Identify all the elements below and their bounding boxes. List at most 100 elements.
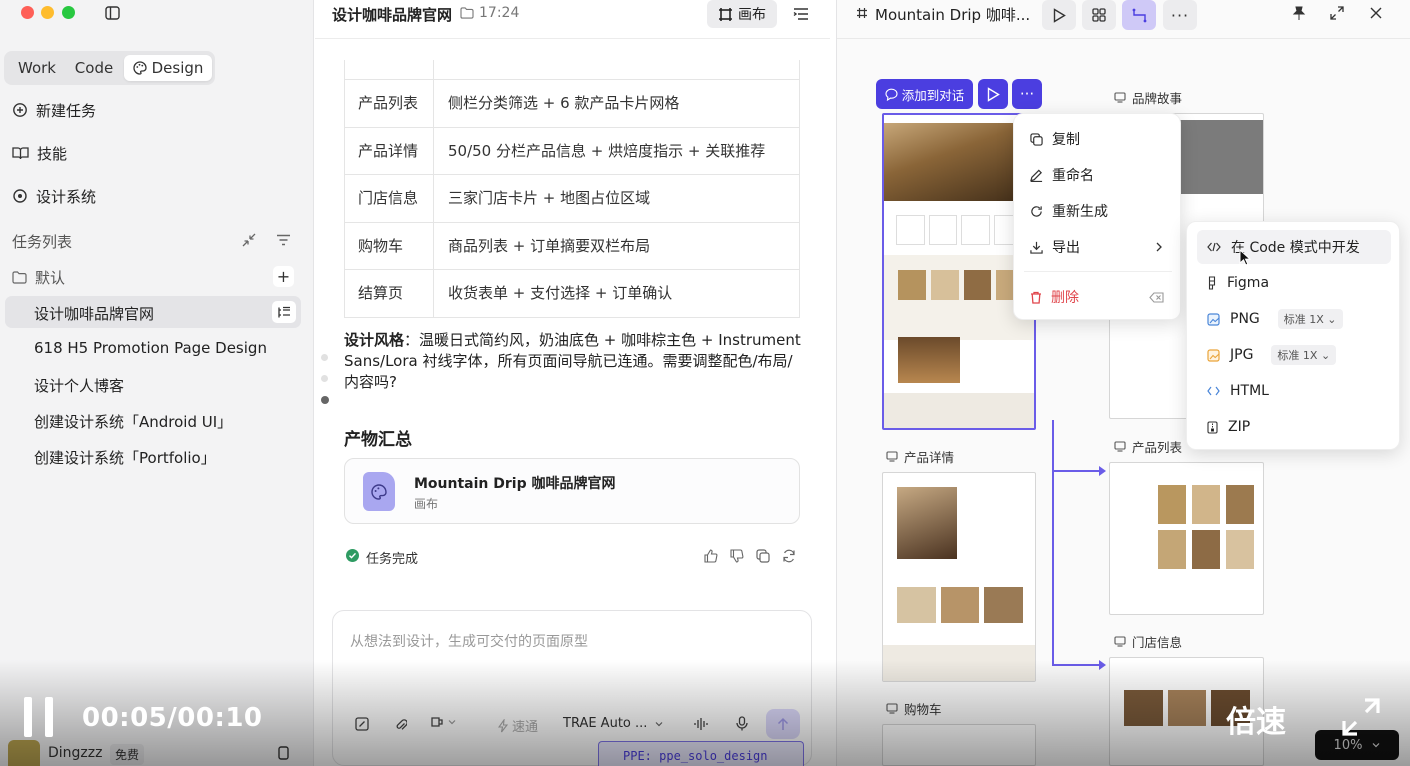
video-time: 00:05/00:10 — [82, 703, 263, 733]
send-button[interactable] — [766, 709, 800, 739]
nav-skills[interactable]: 技能 — [12, 141, 67, 165]
collapse-icon[interactable] — [241, 232, 257, 248]
chevron-down-icon — [448, 719, 456, 725]
frame-label-text: 购物车 — [904, 702, 942, 717]
task-item-portfolio[interactable]: 创建设计系统「Portfolio」 — [34, 447, 216, 468]
outline-icon[interactable] — [792, 5, 810, 23]
frame-footer — [884, 393, 1034, 428]
canvas-header-divider — [837, 38, 1410, 39]
close-window-button[interactable] — [21, 6, 34, 19]
task-item-618[interactable]: 618 H5 Promotion Page Design — [34, 339, 267, 357]
grid-view-button[interactable] — [1082, 0, 1116, 30]
toggle-sidebar-icon[interactable] — [104, 5, 120, 21]
frame-label-text: 品牌故事 — [1132, 91, 1183, 106]
task-group-default[interactable]: 默认 — [12, 267, 65, 288]
style-line: 内容吗? — [344, 373, 397, 391]
frame-more-button[interactable]: ··· — [1012, 79, 1042, 109]
user-avatar[interactable] — [8, 740, 40, 766]
thumbs-down-icon[interactable] — [730, 549, 744, 563]
zoom-level: 10% — [1333, 737, 1363, 753]
html-icon — [1207, 386, 1220, 396]
design-system-icon — [12, 188, 28, 204]
cart-frame[interactable] — [882, 724, 1036, 766]
preview-play-button[interactable] — [1042, 0, 1076, 30]
microphone-icon[interactable] — [736, 716, 748, 731]
task-item-blog[interactable]: 设计个人博客 — [34, 375, 124, 396]
tab-code[interactable]: Code — [66, 55, 122, 81]
scroll-dot-active[interactable] — [321, 396, 329, 404]
thumbs-up-icon[interactable] — [704, 549, 718, 563]
export-icon — [1030, 241, 1043, 254]
export-item-jpg[interactable]: JPG 标准 1X ⌄ — [1187, 338, 1399, 372]
nav-design-system[interactable]: 设计系统 — [12, 184, 96, 208]
nav-new-task[interactable]: 新建任务 — [12, 98, 96, 122]
export-item-label: ZIP — [1228, 419, 1251, 435]
frame-label-text: 产品详情 — [904, 450, 955, 465]
menu-item-rename[interactable]: 重命名 — [1014, 158, 1180, 192]
zoom-window-button[interactable] — [62, 6, 75, 19]
canvas-icon — [718, 7, 733, 22]
export-item-zip[interactable]: ZIP — [1187, 410, 1399, 444]
code-icon — [1207, 242, 1221, 252]
export-item-figma[interactable]: Figma — [1187, 266, 1399, 300]
product-list-frame[interactable] — [1109, 462, 1264, 615]
canvas-title: Mountain Drip 咖啡... — [875, 6, 1031, 24]
model-select[interactable]: TRAE Auto ... — [563, 716, 663, 731]
chat-bubble-icon — [885, 88, 898, 101]
export-item-html[interactable]: HTML — [1187, 374, 1399, 408]
more-options-button[interactable]: ··· — [1163, 0, 1197, 30]
menu-item-delete[interactable]: 删除 — [1014, 280, 1180, 314]
copy-icon[interactable] — [756, 549, 770, 563]
header-divider — [315, 38, 830, 39]
waveform-icon[interactable] — [694, 717, 708, 731]
export-item-code[interactable]: 在 Code 模式中开发 — [1197, 230, 1391, 264]
speed-mode[interactable]: 速通 — [498, 716, 538, 735]
table-row: 产品详情 50/50 分栏产品信息 + 烘焙度指示 + 关联推荐 — [344, 127, 800, 176]
menu-item-copy[interactable]: 复制 — [1014, 122, 1180, 156]
tab-design[interactable]: Design — [124, 55, 212, 81]
sidebar: Work Code Design 新建任务 技能 设计系统 任务列表 默认 + … — [0, 0, 314, 766]
artifact-card[interactable]: Mountain Drip 咖啡品牌官网 画布 — [344, 458, 800, 524]
env-badge: PPE: ppe_solo_design — [598, 741, 804, 766]
chevron-down-icon — [655, 721, 663, 727]
playback-speed-button[interactable]: 倍速 — [1226, 697, 1286, 741]
add-task-button[interactable]: + — [273, 266, 294, 287]
device-icon[interactable] — [276, 746, 290, 760]
tab-work[interactable]: Work — [8, 55, 66, 81]
menu-item-regenerate[interactable]: 重新生成 — [1014, 194, 1180, 228]
frame-footer — [883, 645, 1035, 681]
pin-icon[interactable] — [1292, 6, 1306, 21]
style-label: 设计风格 — [344, 331, 405, 349]
frame-label-product-list: 产品列表 — [1114, 437, 1182, 456]
minimize-window-button[interactable] — [41, 6, 54, 19]
fullscreen-icon[interactable] — [1339, 695, 1383, 739]
flow-connect-button[interactable] — [1122, 0, 1156, 30]
scroll-dot[interactable] — [321, 375, 328, 382]
frame-related-images — [897, 587, 1024, 623]
product-detail-frame[interactable] — [882, 472, 1036, 682]
export-item-png[interactable]: PNG 标准 1X ⌄ — [1187, 302, 1399, 336]
jpg-scale-select[interactable]: 标准 1X ⌄ — [1271, 345, 1337, 365]
mode-select[interactable] — [430, 715, 456, 729]
task-item-android[interactable]: 创建设计系统「Android UI」 — [34, 411, 232, 432]
refresh-icon[interactable] — [782, 549, 796, 563]
task-item-coffee[interactable]: 设计咖啡品牌官网 — [34, 303, 154, 324]
scroll-dot[interactable] — [321, 354, 328, 361]
attachment-icon[interactable] — [395, 717, 407, 732]
task-outline-icon[interactable] — [272, 301, 296, 323]
pause-button[interactable] — [24, 697, 58, 737]
edit-icon[interactable] — [355, 717, 369, 731]
app-window: Work Code Design 新建任务 技能 设计系统 任务列表 默认 + … — [0, 0, 1410, 766]
close-icon[interactable] — [1370, 7, 1382, 19]
regenerate-icon — [1030, 205, 1043, 218]
png-scale-select[interactable]: 标准 1X ⌄ — [1277, 309, 1343, 329]
add-to-chat-button[interactable]: 添加到对话 — [876, 79, 973, 109]
menu-item-export[interactable]: 导出 — [1014, 230, 1180, 264]
connector-line — [1052, 420, 1054, 665]
expand-icon[interactable] — [1330, 6, 1344, 20]
table-cell-page: 结算页 — [345, 270, 434, 317]
pause-bar — [45, 697, 53, 737]
filter-icon[interactable] — [275, 232, 291, 248]
canvas-toggle-button[interactable]: 画布 — [707, 0, 777, 28]
frame-play-button[interactable] — [978, 79, 1008, 109]
